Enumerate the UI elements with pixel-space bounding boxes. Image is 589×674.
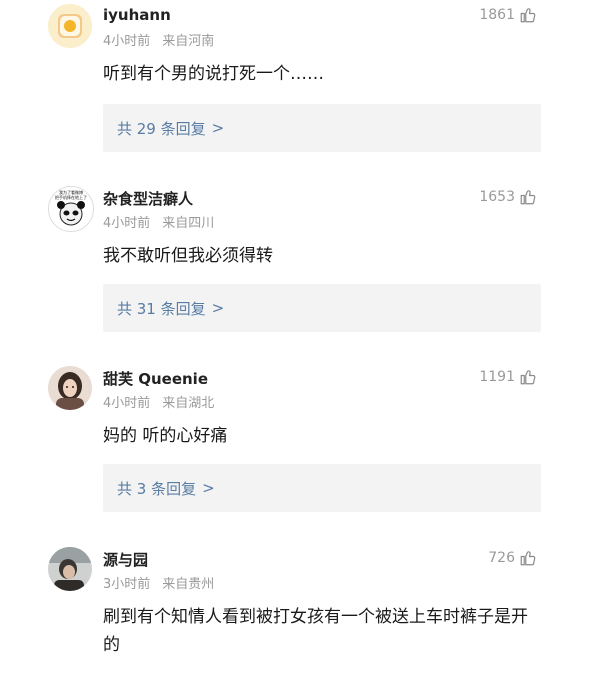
avatar[interactable] bbox=[48, 547, 92, 591]
comment-text: 刷到有个知情人看到被打女孩有一个被送上车时裤子是开的 bbox=[103, 607, 528, 655]
thumbs-up-icon bbox=[520, 190, 536, 205]
replies-link[interactable]: 共 31 条回复 > bbox=[103, 284, 541, 332]
comment-text: 听到有个男的说打死一个…… bbox=[103, 64, 324, 84]
username[interactable]: 源与园 bbox=[103, 549, 148, 570]
panda-meme-icon: 我为了看微博 把手机摔在地上了 bbox=[49, 187, 93, 231]
avatar[interactable]: 我为了看微博 把手机摔在地上了 bbox=[48, 186, 94, 232]
svg-text:把手机摔在地上了: 把手机摔在地上了 bbox=[55, 194, 87, 200]
chevron-right-icon: > bbox=[211, 119, 225, 137]
comment-time: 4小时前 bbox=[103, 396, 151, 411]
person-photo-icon bbox=[48, 547, 92, 591]
comment-meta: 3小时前 来自贵州 bbox=[103, 573, 214, 592]
like-count: 1653 bbox=[479, 189, 515, 205]
like-button[interactable]: 1861 bbox=[479, 6, 537, 24]
comment-meta: 4小时前 来自河南 bbox=[103, 30, 214, 49]
username[interactable]: 甜芙 Queenie bbox=[103, 368, 208, 389]
comment-meta: 4小时前 来自湖北 bbox=[103, 392, 214, 411]
comment-location: 来自湖北 bbox=[162, 396, 215, 411]
replies-count: 共 31 条回复 bbox=[117, 299, 206, 318]
username[interactable]: iyuhann bbox=[103, 6, 171, 24]
username[interactable]: 杂食型洁癖人 bbox=[103, 188, 193, 209]
comment-meta: 4小时前 来自四川 bbox=[103, 212, 214, 231]
comment-location: 来自河南 bbox=[162, 34, 215, 49]
like-count: 726 bbox=[488, 550, 515, 566]
comment-time: 3小时前 bbox=[103, 577, 151, 592]
comment-text: 妈的 听的心好痛 bbox=[103, 426, 228, 446]
like-button[interactable]: 1653 bbox=[479, 188, 537, 206]
avatar[interactable] bbox=[48, 4, 92, 48]
toast-egg-icon bbox=[48, 4, 92, 48]
like-count: 1191 bbox=[479, 369, 515, 385]
comment-time: 4小时前 bbox=[103, 34, 151, 49]
comment-location: 来自四川 bbox=[162, 216, 215, 231]
replies-count: 共 3 条回复 bbox=[117, 479, 197, 498]
comment-time: 4小时前 bbox=[103, 216, 151, 231]
like-button[interactable]: 1191 bbox=[479, 368, 537, 386]
like-count: 1861 bbox=[479, 7, 515, 23]
thumbs-up-icon bbox=[520, 551, 536, 566]
comment-location: 来自贵州 bbox=[162, 577, 215, 592]
replies-link[interactable]: 共 3 条回复 > bbox=[103, 464, 541, 512]
chevron-right-icon: > bbox=[211, 299, 225, 317]
replies-link[interactable]: 共 29 条回复 > bbox=[103, 104, 541, 152]
thumbs-up-icon bbox=[520, 8, 536, 23]
replies-count: 共 29 条回复 bbox=[117, 119, 206, 138]
thumbs-up-icon bbox=[520, 370, 536, 385]
chevron-right-icon: > bbox=[202, 479, 215, 497]
comment-text: 我不敢听但我必须得转 bbox=[103, 246, 273, 266]
girl-photo-icon bbox=[48, 366, 92, 410]
avatar[interactable] bbox=[48, 366, 92, 410]
like-button[interactable]: 726 bbox=[488, 549, 537, 567]
